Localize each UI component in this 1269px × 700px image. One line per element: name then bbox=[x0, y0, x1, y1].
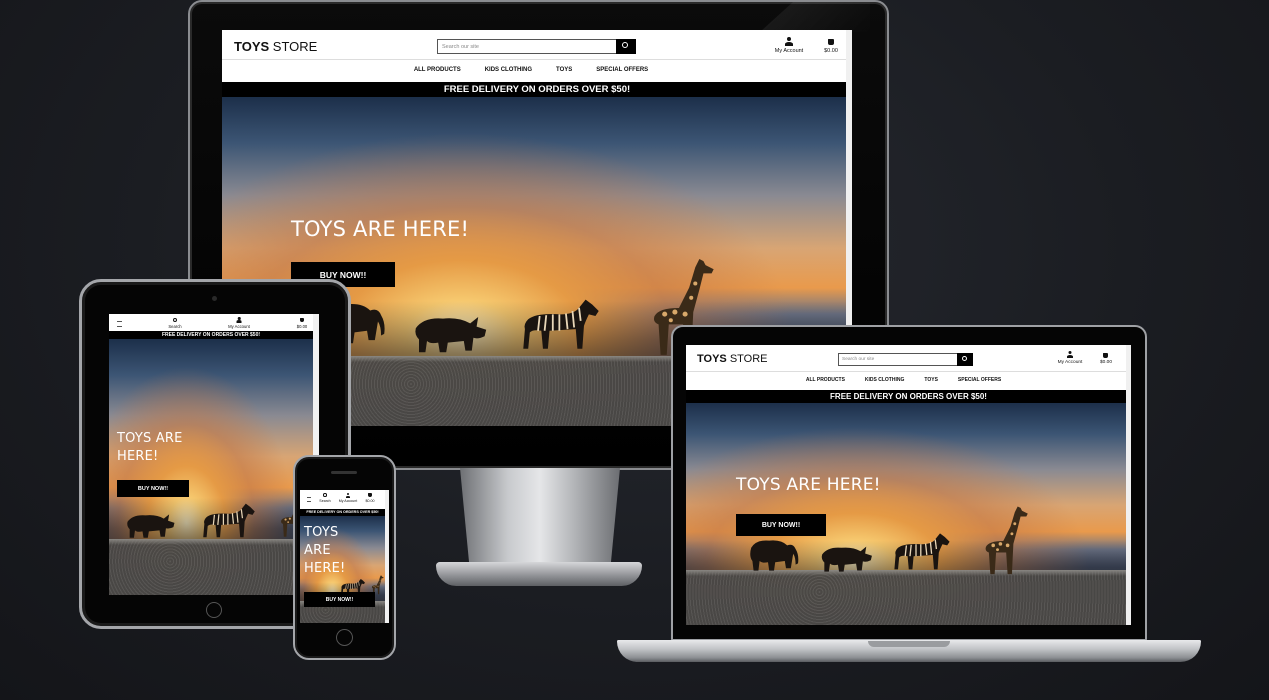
hero-title: TOYS ARE HERE! bbox=[291, 217, 470, 241]
hero-ground bbox=[686, 570, 1131, 625]
monitor-stand-base bbox=[436, 562, 642, 586]
account-label[interactable]: My Account bbox=[334, 499, 362, 503]
main-nav: ALL PRODUCTS KIDS CLOTHING TOYS SPECIAL … bbox=[222, 67, 852, 73]
nav-toys[interactable]: TOYS bbox=[556, 67, 572, 73]
cart-total[interactable]: $0.00 bbox=[818, 48, 844, 54]
giraffe-figure bbox=[976, 505, 1032, 577]
rhino-figure bbox=[406, 309, 496, 357]
delivery-banner: FREE DELIVERY ON ORDERS OVER $50! bbox=[222, 82, 852, 97]
search-icon bbox=[962, 356, 967, 361]
account-label[interactable]: My Account bbox=[223, 324, 255, 329]
hero-ground bbox=[109, 539, 313, 595]
elephant-figure bbox=[744, 535, 804, 575]
rhino-figure bbox=[119, 509, 183, 541]
shopping-bag-icon[interactable] bbox=[300, 318, 304, 322]
cart-total[interactable]: $0.00 bbox=[360, 499, 380, 503]
search-icon[interactable] bbox=[323, 493, 327, 497]
search-label[interactable]: Search bbox=[163, 324, 187, 329]
zebra-figure bbox=[520, 293, 602, 357]
zebra-figure bbox=[892, 529, 952, 575]
scrollbar[interactable] bbox=[1126, 345, 1131, 625]
monitor-stand-neck bbox=[460, 468, 620, 568]
phone-speaker bbox=[331, 471, 357, 474]
account-label[interactable]: My Account bbox=[1052, 360, 1088, 365]
hero-image: TOYS ARE HERE! BUY NOW!! bbox=[300, 516, 385, 623]
search-icon[interactable] bbox=[173, 318, 177, 322]
search-input[interactable]: Search our site bbox=[437, 39, 617, 54]
menu-icon[interactable] bbox=[307, 497, 311, 502]
rhino-figure bbox=[816, 541, 878, 575]
shopping-bag-icon[interactable] bbox=[1103, 353, 1108, 358]
hero-title-line-1: TOYS bbox=[304, 525, 339, 540]
nav-special-offers[interactable]: SPECIAL OFFERS bbox=[958, 377, 1001, 383]
search-button[interactable] bbox=[957, 353, 973, 366]
site-logo[interactable]: TOYS STORE bbox=[234, 39, 317, 54]
user-icon[interactable] bbox=[236, 317, 242, 323]
main-nav: ALL PRODUCTS KIDS CLOTHING TOYS SPECIAL … bbox=[686, 377, 1131, 383]
hero-title-line-3: HERE! bbox=[304, 561, 346, 576]
site-logo[interactable]: TOYS STORE bbox=[697, 353, 768, 365]
logo-rest: STORE bbox=[269, 39, 318, 54]
search-placeholder: Search our site bbox=[442, 44, 479, 50]
phone-site-screen: Search My Account $0.00 FREE DELIVERY ON… bbox=[300, 490, 389, 623]
hero-title-line-2: ARE bbox=[304, 543, 331, 558]
search-placeholder: Search our site bbox=[842, 357, 875, 362]
search-icon bbox=[622, 42, 628, 48]
shopping-bag-icon[interactable] bbox=[828, 39, 834, 45]
logo-bold: TOYS bbox=[697, 353, 727, 365]
logo-rest: STORE bbox=[726, 353, 768, 365]
user-icon[interactable] bbox=[1066, 351, 1074, 359]
shopping-bag-icon[interactable] bbox=[368, 493, 372, 497]
hero-title: TOYS ARE HERE! bbox=[736, 475, 881, 495]
nav-all-products[interactable]: ALL PRODUCTS bbox=[414, 67, 461, 73]
menu-icon[interactable] bbox=[117, 321, 122, 327]
cart-total[interactable]: $0.00 bbox=[291, 324, 313, 329]
nav-all-products[interactable]: ALL PRODUCTS bbox=[806, 377, 845, 383]
header-divider bbox=[686, 371, 1131, 372]
buy-now-button[interactable]: BUY NOW!! bbox=[304, 592, 375, 607]
search-input[interactable]: Search our site bbox=[838, 353, 958, 366]
hero-image: TOYS ARE HERE! BUY NOW!! bbox=[109, 339, 313, 595]
search-button[interactable] bbox=[616, 39, 636, 54]
zebra-figure bbox=[201, 499, 257, 543]
search-label[interactable]: Search bbox=[315, 499, 335, 503]
delivery-banner: FREE DELIVERY ON ORDERS OVER $50! bbox=[109, 331, 313, 339]
hero-title-line-1: TOYS ARE bbox=[117, 431, 183, 446]
header-divider bbox=[222, 59, 852, 60]
delivery-banner: FREE DELIVERY ON ORDERS OVER $50! bbox=[300, 509, 385, 516]
laptop-site-screen: TOYS STORE Search our site My Account $0… bbox=[686, 345, 1131, 625]
phone-home-button[interactable] bbox=[336, 629, 353, 646]
cart-total[interactable]: $0.00 bbox=[1094, 360, 1118, 365]
hero-image: TOYS ARE HERE! BUY NOW!! bbox=[686, 403, 1131, 625]
logo-bold: TOYS bbox=[234, 39, 270, 54]
scrollbar[interactable] bbox=[385, 490, 389, 623]
laptop-notch bbox=[868, 641, 950, 647]
tablet-home-button[interactable] bbox=[206, 602, 222, 618]
nav-toys[interactable]: TOYS bbox=[924, 377, 938, 383]
delivery-banner: FREE DELIVERY ON ORDERS OVER $50! bbox=[686, 390, 1131, 403]
buy-now-button[interactable]: BUY NOW!! bbox=[736, 514, 826, 536]
nav-kids-clothing[interactable]: KIDS CLOTHING bbox=[485, 67, 532, 73]
tablet-site-screen: Search My Account $0.00 FREE DELIVERY ON… bbox=[109, 314, 319, 595]
tablet-camera bbox=[212, 296, 217, 301]
nav-special-offers[interactable]: SPECIAL OFFERS bbox=[596, 67, 648, 73]
nav-kids-clothing[interactable]: KIDS CLOTHING bbox=[865, 377, 904, 383]
user-icon[interactable] bbox=[784, 37, 794, 47]
account-label[interactable]: My Account bbox=[769, 48, 809, 54]
hero-title-line-2: HERE! bbox=[117, 449, 159, 464]
buy-now-button[interactable]: BUY NOW!! bbox=[117, 480, 189, 497]
user-icon[interactable] bbox=[345, 493, 350, 498]
